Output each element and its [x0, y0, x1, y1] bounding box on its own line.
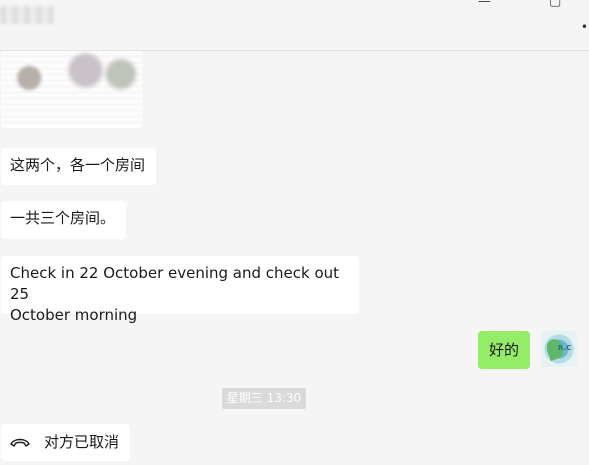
message-list[interactable]: 这两个，各一个房间 一共三个房间。 Check in 22 October ev…: [0, 51, 589, 465]
message-bubble-other[interactable]: 一共三个房间。: [1, 201, 126, 239]
message-bubble-self[interactable]: 好的: [478, 331, 530, 369]
minimize-icon[interactable]: —: [478, 0, 491, 9]
message-bubble-other[interactable]: Check in 22 October evening and check ou…: [1, 256, 359, 324]
message-bubble-other[interactable]: 这两个，各一个房间: [1, 148, 156, 185]
chat-title-blurred: [0, 6, 54, 24]
avatar-logo: R.C: [558, 344, 572, 352]
message-timestamp: 星期三 13:30: [222, 388, 306, 409]
avatar[interactable]: R.C: [541, 331, 577, 367]
call-status-label: 对方已取消: [44, 433, 120, 451]
chat-header: — ▢ •: [0, 0, 589, 51]
maximize-icon[interactable]: ▢: [549, 0, 561, 9]
call-message[interactable]: 对方已取消: [1, 424, 130, 461]
phone-hangup-icon: [10, 438, 30, 447]
blurred-image: [1, 51, 142, 128]
more-icon[interactable]: •: [581, 20, 588, 34]
image-message[interactable]: [1, 51, 142, 128]
